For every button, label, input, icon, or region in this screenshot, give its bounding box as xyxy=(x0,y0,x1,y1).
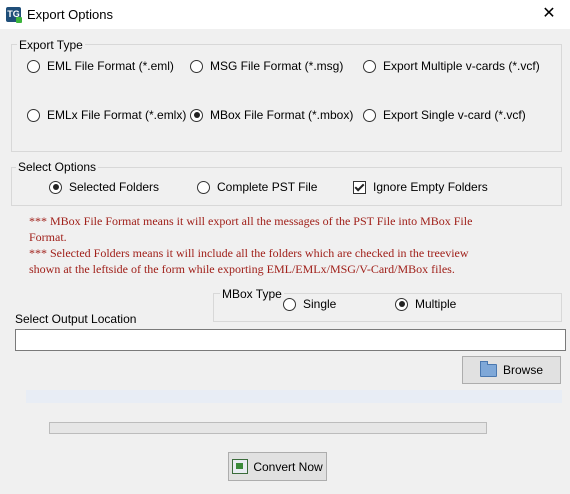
convert-icon xyxy=(232,459,249,474)
output-location-input[interactable] xyxy=(15,329,566,351)
close-icon[interactable]: ✕ xyxy=(537,3,561,25)
title-bar: TG Export Options ✕ xyxy=(0,0,570,29)
note-selected-folders: *** Selected Folders means it will inclu… xyxy=(29,246,469,276)
convert-now-button[interactable]: Convert Now xyxy=(228,452,327,481)
radio-multiple-vcards-indicator[interactable] xyxy=(363,59,376,73)
radio-mbox-single[interactable]: Single xyxy=(283,297,336,311)
app-logo-icon: TG xyxy=(6,7,22,23)
radio-eml-format[interactable]: EML File Format (*.eml) xyxy=(27,59,174,73)
radio-selected-folders-indicator[interactable] xyxy=(49,180,62,194)
radio-msg-indicator[interactable] xyxy=(190,59,203,73)
radio-emlx-indicator[interactable] xyxy=(27,108,40,122)
note-mbox-format: *** MBox File Format means it will expor… xyxy=(29,214,473,244)
radio-mbox-format[interactable]: MBox File Format (*.mbox) xyxy=(190,108,353,122)
radio-selected-folders[interactable]: Selected Folders xyxy=(49,180,159,194)
radio-mbox-multiple[interactable]: Multiple xyxy=(395,297,456,311)
folder-icon xyxy=(479,360,497,377)
radio-mbox-multiple-indicator[interactable] xyxy=(395,297,408,311)
radio-emlx-format[interactable]: EMLx File Format (*.emlx) xyxy=(27,108,186,122)
progress-bar xyxy=(49,422,487,434)
radio-msg-format[interactable]: MSG File Format (*.msg) xyxy=(190,59,343,73)
radio-multiple-vcards[interactable]: Export Multiple v-cards (*.vcf) xyxy=(363,59,540,73)
browse-button[interactable]: Browse xyxy=(462,356,561,384)
window-title: Export Options xyxy=(27,7,113,22)
status-strip xyxy=(26,390,562,403)
radio-eml-indicator[interactable] xyxy=(27,59,40,73)
checkbox-ignore-empty[interactable]: Ignore Empty Folders xyxy=(353,180,488,194)
select-options-legend: Select Options xyxy=(16,160,99,174)
radio-single-vcard[interactable]: Export Single v-card (*.vcf) xyxy=(363,108,526,122)
radio-complete-pst-indicator[interactable] xyxy=(197,180,210,194)
radio-single-vcard-indicator[interactable] xyxy=(363,108,376,122)
radio-mbox-indicator[interactable] xyxy=(190,108,203,122)
output-location-label: Select Output Location xyxy=(15,312,137,326)
radio-mbox-single-indicator[interactable] xyxy=(283,297,296,311)
mbox-type-legend: MBox Type xyxy=(220,287,284,301)
checkbox-ignore-empty-indicator[interactable] xyxy=(353,180,366,194)
export-type-legend: Export Type xyxy=(17,38,85,52)
radio-complete-pst[interactable]: Complete PST File xyxy=(197,180,317,194)
